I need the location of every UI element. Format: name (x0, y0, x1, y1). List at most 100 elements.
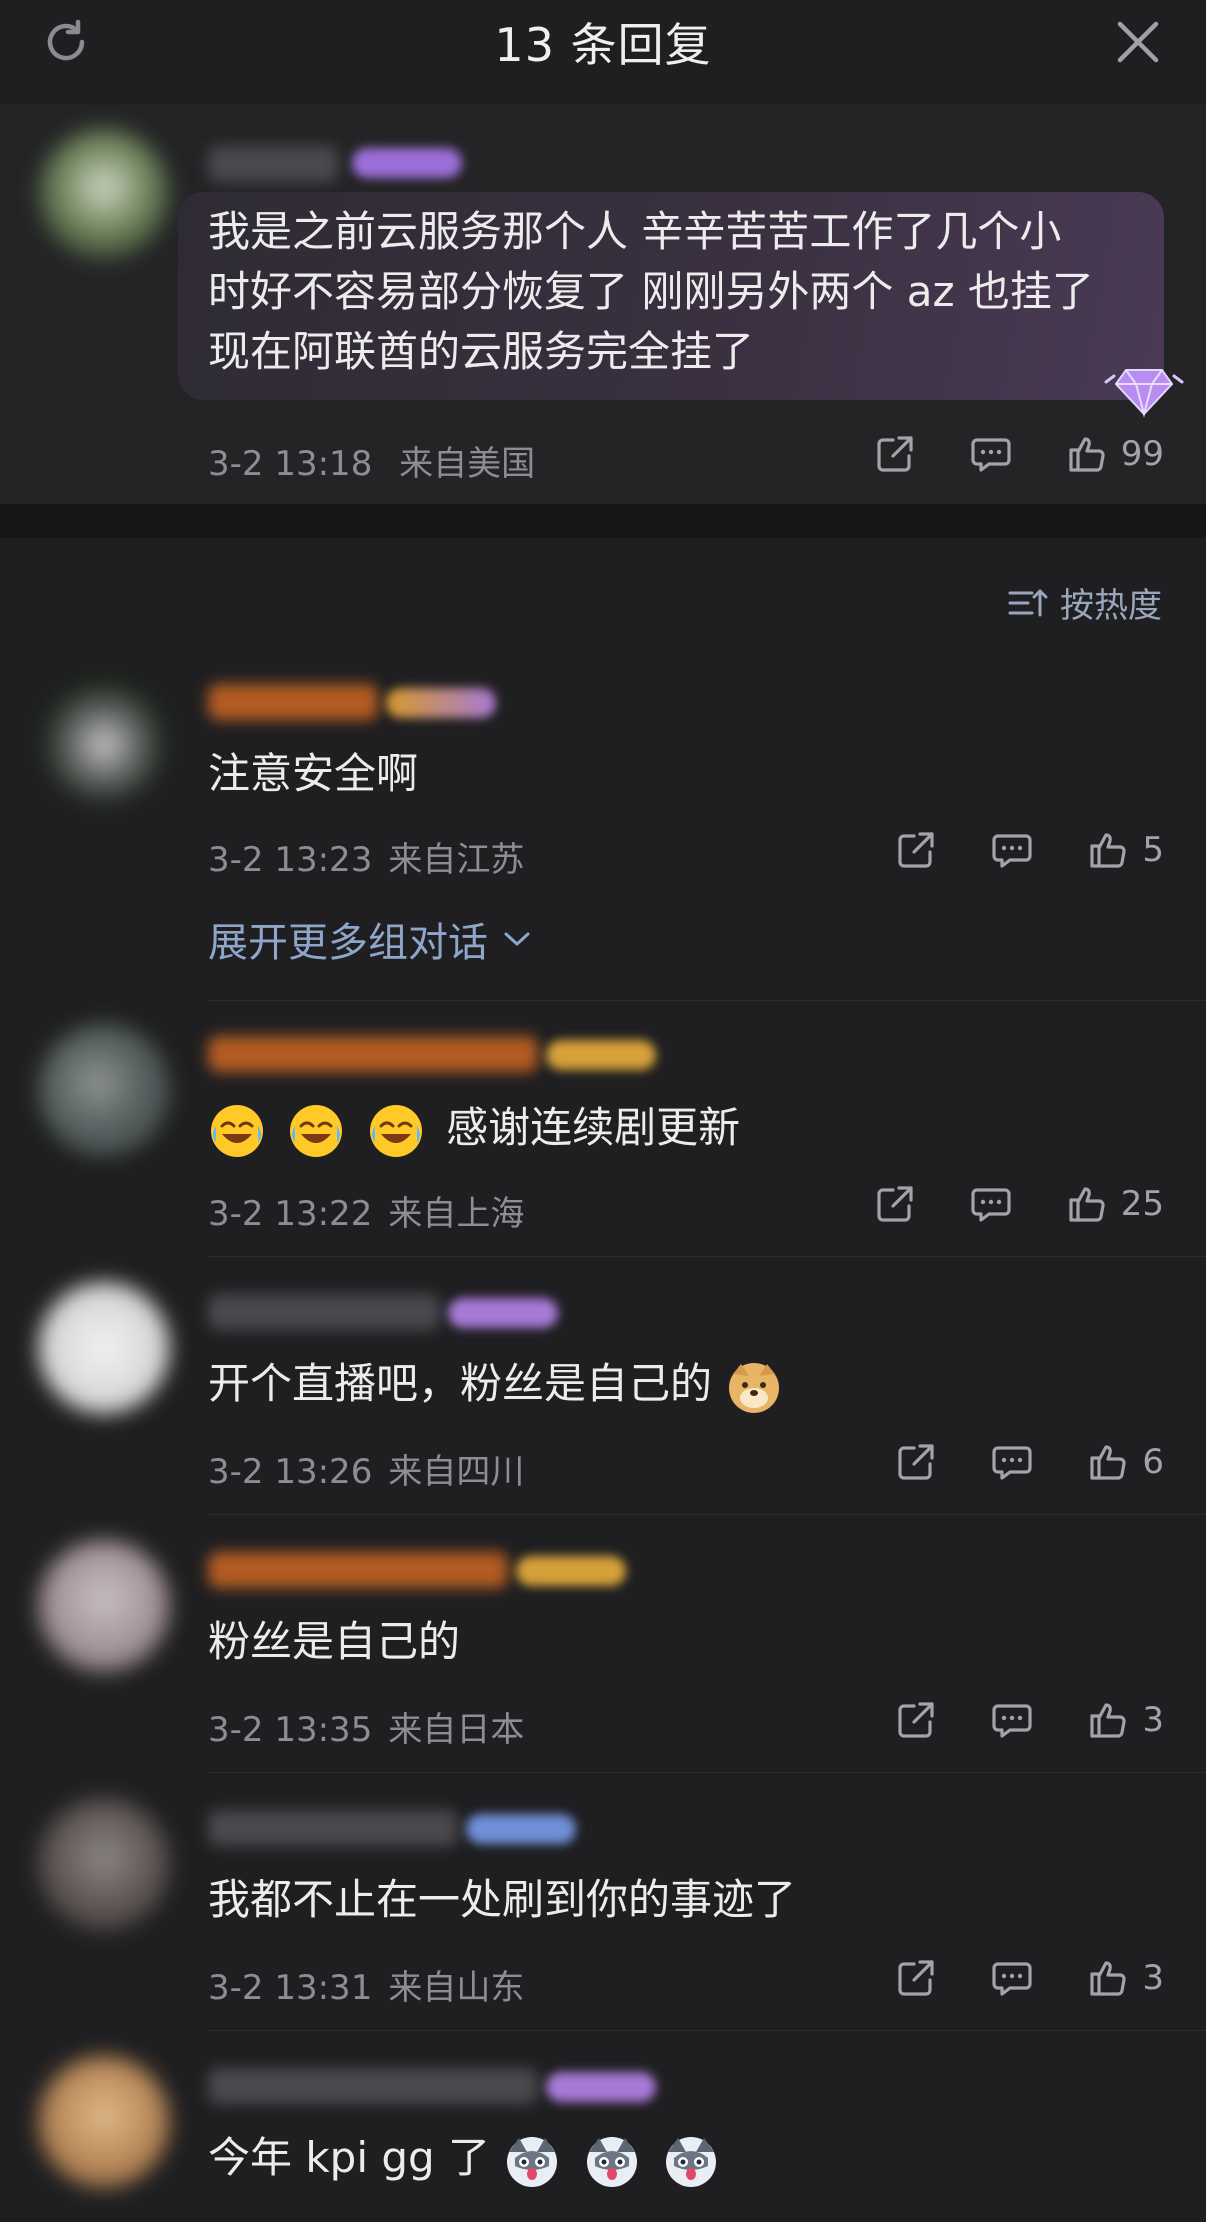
reply-actions: 25 (821, 1182, 1164, 1226)
share-button[interactable] (894, 1698, 938, 1742)
comment-icon (992, 834, 1032, 868)
divider (208, 1772, 1206, 1773)
reply-location: 来自日本 (388, 1710, 525, 1750)
header-bar: 13 条回复 (0, 0, 1206, 84)
like-button[interactable]: 3 (1086, 1956, 1164, 2000)
like-button[interactable]: 25 (1065, 1182, 1164, 1226)
reply-button[interactable] (990, 1956, 1034, 2000)
thumbs-up-icon (1090, 1445, 1126, 1480)
username-blurred[interactable] (208, 2068, 538, 2104)
like-count: 3 (1142, 1958, 1164, 1998)
sort-icon (1008, 589, 1048, 616)
avatar[interactable] (38, 1282, 170, 1414)
divider (208, 1514, 1206, 1515)
reply-text: 今年 kpi gg 了 (208, 2128, 728, 2190)
username-blurred[interactable] (208, 1294, 440, 1330)
thumbs-up-icon (1069, 1187, 1105, 1222)
reply-date: 3-2 13:22 (208, 1194, 373, 1234)
reply-text: 我都不止在一处刷到你的事迹了 (208, 1875, 797, 1924)
close-button[interactable] (1104, 14, 1172, 70)
comment-line: 现在阿联酋的云服务完全挂了 (208, 327, 755, 376)
like-button[interactable]: 3 (1086, 1698, 1164, 1742)
laugh-cry-emoji-icon (369, 1104, 422, 1157)
husky-emoji-icon (666, 2136, 717, 2187)
reply-actions: 6 (842, 1440, 1164, 1484)
share-button[interactable] (873, 1182, 917, 1226)
reply-location: 来自山东 (388, 1968, 525, 2008)
comment-icon (971, 1188, 1011, 1222)
laugh-cry-emoji-icon (211, 1104, 263, 1157)
avatar[interactable] (38, 672, 170, 804)
reply-actions: 3 (842, 1956, 1164, 2000)
like-count: 25 (1120, 1184, 1164, 1224)
user-badge (352, 148, 462, 178)
reply-location: 来自上海 (388, 1194, 525, 1234)
divider (208, 1256, 1206, 1257)
user-badge (546, 1040, 656, 1070)
like-count: 6 (1142, 1442, 1164, 1482)
avatar[interactable] (38, 1540, 170, 1672)
thumbs-up-icon (1090, 1703, 1126, 1738)
like-count: 99 (1120, 434, 1164, 474)
reply-location: 来自四川 (388, 1452, 525, 1492)
section-separator (0, 504, 1206, 538)
reply-button[interactable] (990, 1440, 1034, 1484)
reply-button[interactable] (969, 432, 1013, 476)
chevron-down-icon (504, 932, 530, 946)
share-icon (898, 1960, 934, 1996)
reply-date: 3-2 13:23 (208, 840, 373, 880)
like-button[interactable]: 5 (1086, 828, 1164, 872)
like-button[interactable]: 99 (1065, 432, 1164, 476)
reply-text-content: 今年 kpi gg 了 (208, 2133, 491, 2182)
comment-date: 3-2 13:18 (208, 444, 373, 484)
sort-toggle[interactable]: 按热度 (1008, 578, 1162, 627)
reply-date: 3-2 13:35 (208, 1710, 373, 1750)
comment-text: 我是之前云服务那个人 辛辛苦苦工作了几个小 时好不容易部分恢复了 刚刚另外两个 … (208, 202, 1094, 382)
reply-button[interactable] (990, 1698, 1034, 1742)
reply-button[interactable] (990, 828, 1034, 872)
share-icon (877, 436, 913, 472)
share-icon (877, 1186, 913, 1222)
refresh-icon (47, 19, 85, 61)
sort-label: 按热度 (1060, 586, 1162, 626)
reply-meta: 3-2 13:31 来自山东 (208, 1960, 524, 2009)
thumbs-up-icon (1090, 833, 1126, 868)
comment-line: 时好不容易部分恢复了 刚刚另外两个 az 也挂了 (208, 267, 1094, 316)
husky-emoji-icon (586, 2136, 637, 2187)
page-title: 13 条回复 (494, 18, 712, 72)
refresh-button[interactable] (32, 14, 100, 70)
user-badge (386, 688, 496, 718)
comment-meta: 3-2 13:18 来自美国 (208, 436, 535, 485)
username-blurred[interactable] (208, 146, 338, 182)
username-blurred[interactable] (208, 1036, 538, 1072)
avatar[interactable] (38, 2056, 170, 2188)
reply-meta: 3-2 13:35 来自日本 (208, 1702, 524, 1751)
reply-text: 注意安全啊 (208, 749, 419, 798)
divider (208, 1000, 1206, 1001)
reply-button[interactable] (969, 1182, 1013, 1226)
comment-icon (992, 1962, 1032, 1996)
share-button[interactable] (894, 1440, 938, 1484)
comment-actions: 99 (821, 432, 1164, 476)
avatar[interactable] (38, 1024, 170, 1156)
expand-more-link[interactable]: 展开更多组对话 (208, 910, 532, 968)
reply-text: 开个直播吧，粉丝是自己的 (208, 1354, 791, 1416)
user-badge (516, 1556, 626, 1586)
share-button[interactable] (894, 1956, 938, 2000)
comment-icon (971, 438, 1011, 472)
reply-actions: 3 (842, 1698, 1164, 1742)
reply-text: 粉丝是自己的 (208, 1617, 461, 1666)
avatar[interactable] (38, 1798, 170, 1930)
laugh-cry-emoji-icon (290, 1104, 343, 1157)
share-icon (898, 1702, 934, 1738)
like-button[interactable]: 6 (1086, 1440, 1164, 1484)
share-icon (898, 832, 934, 868)
share-button[interactable] (873, 432, 917, 476)
reply-date: 3-2 13:31 (208, 1968, 373, 2008)
username-blurred[interactable] (208, 684, 378, 720)
username-blurred[interactable] (208, 1810, 458, 1846)
expand-more-label: 展开更多组对话 (208, 920, 488, 966)
avatar[interactable] (38, 128, 170, 260)
username-blurred[interactable] (208, 1552, 508, 1588)
share-button[interactable] (894, 828, 938, 872)
